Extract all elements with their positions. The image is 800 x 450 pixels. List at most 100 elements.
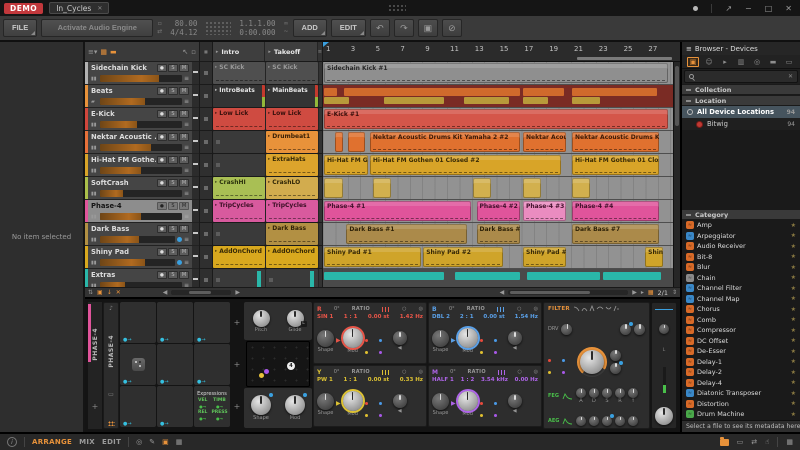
arranger-clip[interactable] bbox=[348, 132, 366, 152]
zoom-fit-icon[interactable]: ▦ bbox=[648, 289, 654, 296]
mini-knob[interactable] bbox=[379, 342, 390, 353]
arranger-scroll-right-icon[interactable]: ▶ bbox=[632, 289, 637, 296]
mute-button[interactable]: M bbox=[179, 271, 189, 279]
track-menu-icon[interactable]: ≡ bbox=[184, 213, 189, 220]
category-item[interactable]: ≈Compressor★ bbox=[682, 325, 800, 336]
mod-knob[interactable]: Mod bbox=[458, 328, 478, 354]
modulator-slot-env[interactable]: ●→ bbox=[194, 302, 230, 343]
clip-cell[interactable]: ▸Dark Bass bbox=[266, 223, 318, 245]
mini-knob[interactable] bbox=[379, 393, 390, 404]
xy-pad[interactable]: 4 bbox=[246, 341, 310, 387]
category-item[interactable]: ≈Comb★ bbox=[682, 315, 800, 326]
extras-clip[interactable] bbox=[324, 272, 444, 280]
insert-icon[interactable]: ↓ bbox=[107, 289, 112, 296]
aeg-knob[interactable] bbox=[576, 416, 586, 426]
loop-marker-icon[interactable] bbox=[177, 237, 182, 242]
mod-knob[interactable]: Mod bbox=[343, 391, 363, 417]
record-arm-button[interactable]: ● bbox=[157, 271, 167, 279]
piano-icon[interactable]: ▦ bbox=[786, 438, 793, 446]
mute-button[interactable]: M bbox=[179, 202, 189, 210]
tempo-display[interactable]: 80.00 4/4.12 bbox=[166, 19, 201, 37]
track-fader[interactable] bbox=[192, 108, 199, 130]
arranger-clip[interactable] bbox=[324, 178, 343, 198]
favorite-star-icon[interactable]: ★ bbox=[791, 222, 796, 229]
zoom-drag-icon[interactable]: ⇕ bbox=[672, 289, 677, 296]
clip-stop-button[interactable] bbox=[200, 246, 213, 268]
modulator-slot-sine[interactable]: ●→ bbox=[157, 344, 193, 385]
clip-stop-button[interactable] bbox=[200, 200, 213, 222]
mini-knob[interactable] bbox=[365, 405, 376, 416]
category-item[interactable]: ≈Delay-2★ bbox=[682, 367, 800, 378]
operator-ratio[interactable]: 2 : 1 bbox=[460, 314, 474, 320]
scene-end-column[interactable]: ≡ bbox=[318, 42, 322, 61]
filter-shape-icons[interactable] bbox=[573, 305, 619, 312]
extras-clip[interactable] bbox=[527, 272, 599, 280]
device-enable-icon[interactable]: ♪ bbox=[109, 305, 113, 312]
category-item[interactable]: ≈Bit-8★ bbox=[682, 252, 800, 263]
arranger-clip[interactable]: E-Kick #1 bbox=[324, 109, 668, 129]
metronome-icon[interactable]: ▫⇄ bbox=[157, 21, 162, 35]
location-item[interactable]: All Device Locations94 bbox=[682, 106, 800, 118]
operator-phase[interactable]: 0° bbox=[450, 369, 456, 375]
position-display[interactable]: 1.1.1.00 0:00.000 bbox=[235, 19, 279, 37]
category-item[interactable]: ≈Audio Receiver★ bbox=[682, 241, 800, 252]
favorite-star-icon[interactable]: ★ bbox=[791, 253, 796, 260]
clip-stop-button[interactable] bbox=[200, 85, 213, 107]
solo-button[interactable]: S bbox=[168, 271, 178, 279]
xy-dot-yellow[interactable] bbox=[259, 373, 264, 378]
grid-view-icon[interactable]: ▦ bbox=[100, 48, 107, 56]
stereo-icon[interactable]: ◎ bbox=[534, 306, 538, 312]
record-arm-button[interactable]: ● bbox=[157, 225, 167, 233]
operator-phase[interactable]: 0° bbox=[334, 369, 340, 375]
clip-cell[interactable] bbox=[213, 269, 265, 287]
arranger-clip[interactable]: Shiny Pad #2 bbox=[423, 247, 503, 267]
category-item[interactable]: ≈Diatonic Transposer★ bbox=[682, 388, 800, 399]
arranger-clip[interactable] bbox=[335, 132, 343, 152]
arranger-clip[interactable]: Shiny Pad bbox=[645, 247, 663, 267]
aeg-knob[interactable] bbox=[628, 416, 638, 426]
clip-stop-button[interactable] bbox=[200, 269, 213, 287]
track-fader[interactable] bbox=[192, 154, 199, 176]
multisample-tab[interactable]: ▥ bbox=[735, 58, 747, 66]
arranger-clip[interactable]: Dark Bass #6 bbox=[477, 224, 521, 244]
solo-button[interactable]: S bbox=[168, 202, 178, 210]
mute-button[interactable]: M bbox=[179, 87, 189, 95]
feg-knob-S[interactable]: S bbox=[602, 388, 612, 404]
track-row[interactable]: Hi-Hat FM Gothe...●SM▮▮≡ bbox=[85, 154, 199, 177]
favorite-star-icon[interactable]: ★ bbox=[791, 411, 796, 418]
arranger-clip[interactable]: Hi-Hat FM Gothen 01 Closed #2 bbox=[370, 155, 561, 175]
clip-cell[interactable]: ▸SC Kick bbox=[266, 62, 318, 84]
mini-knob[interactable] bbox=[480, 342, 491, 353]
feedback-knob[interactable]: ◀ bbox=[393, 394, 407, 414]
favorite-star-icon[interactable]: ★ bbox=[791, 306, 796, 313]
info-icon[interactable]: i bbox=[7, 437, 17, 447]
clip-stop-button[interactable] bbox=[200, 131, 213, 153]
duplicate-icon[interactable]: ▣ bbox=[418, 19, 438, 37]
arranger-clip[interactable]: Phase-4 #2 bbox=[477, 201, 521, 221]
keyboard-panel-icon[interactable]: ▦ bbox=[176, 438, 183, 446]
record-arm-button[interactable]: ● bbox=[157, 179, 167, 187]
track-fader[interactable] bbox=[192, 223, 199, 245]
browser-search[interactable]: ✕ bbox=[684, 70, 798, 83]
solo-button[interactable]: S bbox=[168, 133, 178, 141]
zoom-level[interactable]: 2/1 bbox=[658, 289, 668, 297]
record-arm-button[interactable]: ● bbox=[157, 64, 167, 72]
mini-knob[interactable] bbox=[379, 405, 390, 416]
add-button[interactable]: ADD bbox=[293, 19, 327, 37]
modulator-slot-dice[interactable]: ●→ bbox=[120, 344, 156, 385]
favorite-star-icon[interactable]: ★ bbox=[791, 400, 796, 407]
collapse-icon[interactable]: ⇅ bbox=[88, 289, 93, 296]
clip-cell[interactable] bbox=[213, 154, 265, 176]
operator-detune[interactable]: 0.00 st bbox=[483, 314, 504, 320]
play-icon[interactable]: ▸ bbox=[216, 49, 219, 55]
operator-ratio[interactable]: 1 : 1 bbox=[343, 377, 357, 383]
file-menu-button[interactable]: FILE bbox=[3, 19, 37, 37]
extras-clip[interactable] bbox=[455, 272, 520, 280]
operator-detune[interactable]: 0.00 st bbox=[368, 314, 389, 320]
arranger-scroll-left-icon[interactable]: ◀ bbox=[500, 289, 505, 296]
track-fader[interactable] bbox=[192, 131, 199, 153]
solo-button[interactable]: S bbox=[168, 179, 178, 187]
folder-icon[interactable] bbox=[720, 439, 729, 446]
track-device-chain[interactable]: PHASE-4 + bbox=[88, 302, 102, 429]
section-category[interactable]: Category bbox=[682, 209, 800, 220]
